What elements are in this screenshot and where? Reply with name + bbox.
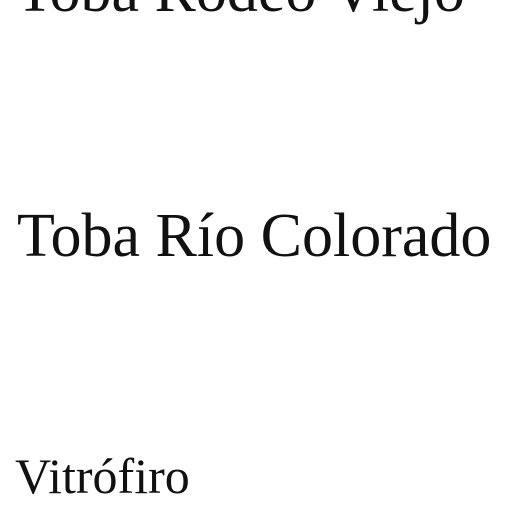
label-toba-rodeo-viejo: Toba Rodeo Viejo [16,0,465,22]
document-page: Toba Rodeo Viejo Toba Río Colorado Vitró… [0,0,512,512]
label-vitrofiro: Vitrófiro [15,448,190,504]
label-toba-rio-colorado: Toba Río Colorado [17,202,492,270]
